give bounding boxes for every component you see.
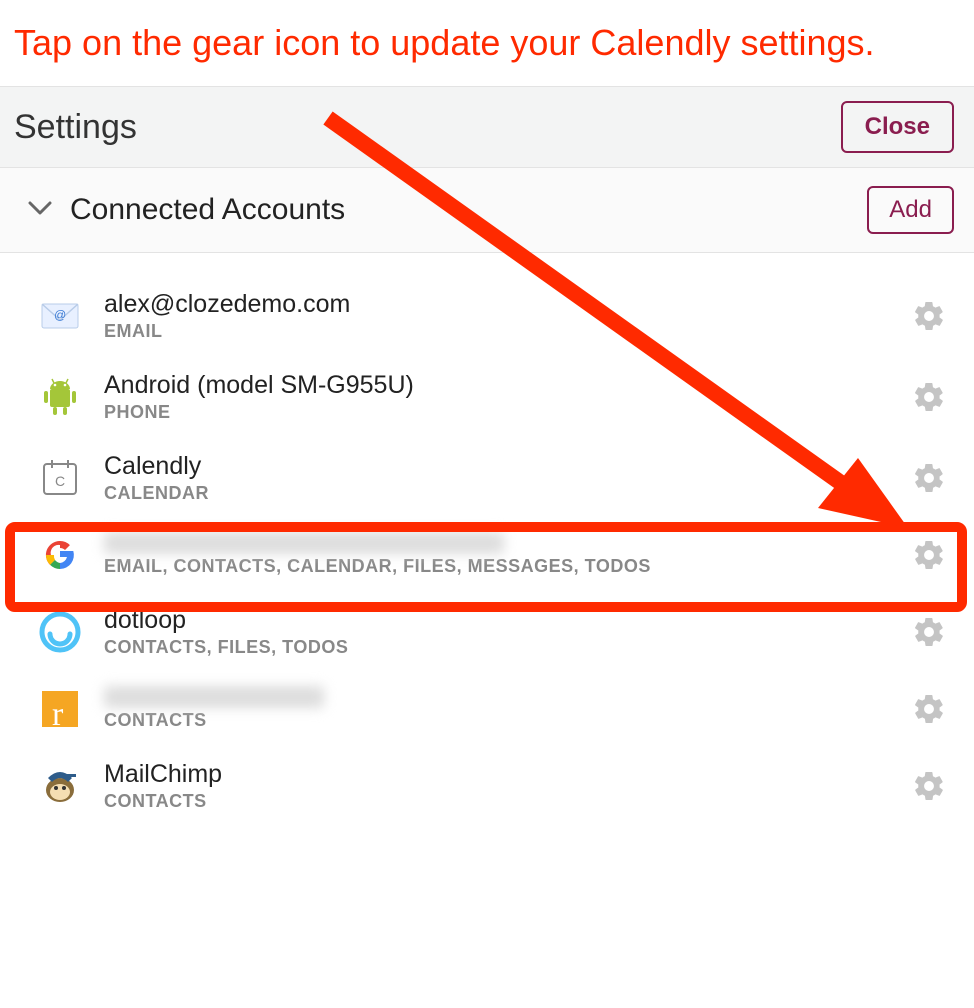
account-sub: PHONE bbox=[104, 402, 912, 423]
account-sub: EMAIL, CONTACTS, CALENDAR, FILES, MESSAG… bbox=[104, 556, 912, 577]
google-icon bbox=[38, 533, 82, 577]
account-row-google[interactable]: EMAIL, CONTACTS, CALENDAR, FILES, MESSAG… bbox=[0, 518, 974, 591]
account-sub: CALENDAR bbox=[104, 483, 912, 504]
account-list: @ alex@clozedemo.com EMAIL Android (mode… bbox=[0, 253, 974, 826]
mailchimp-icon bbox=[38, 764, 82, 808]
account-sub: EMAIL bbox=[104, 321, 912, 342]
gear-icon[interactable] bbox=[912, 769, 946, 803]
dotloop-icon bbox=[38, 610, 82, 654]
gear-icon[interactable] bbox=[912, 299, 946, 333]
svg-text:C: C bbox=[55, 473, 65, 489]
account-row-android[interactable]: Android (model SM-G955U) PHONE bbox=[0, 356, 974, 437]
gear-icon[interactable] bbox=[912, 380, 946, 414]
connected-accounts-section-header[interactable]: Connected Accounts Add bbox=[0, 168, 974, 253]
account-name: Calendly bbox=[104, 451, 912, 481]
gear-icon[interactable] bbox=[912, 538, 946, 572]
section-title: Connected Accounts bbox=[70, 193, 345, 227]
account-sub: CONTACTS, FILES, TODOS bbox=[104, 637, 912, 658]
envelope-icon: @ bbox=[38, 294, 82, 338]
gear-icon[interactable] bbox=[912, 615, 946, 649]
add-account-button[interactable]: Add bbox=[867, 186, 954, 234]
account-row-dotloop[interactable]: dotloop CONTACTS, FILES, TODOS bbox=[0, 591, 974, 672]
instruction-text: Tap on the gear icon to update your Cale… bbox=[0, 0, 974, 86]
account-row-mailchimp[interactable]: MailChimp CONTACTS bbox=[0, 745, 974, 826]
account-name: dotloop bbox=[104, 605, 912, 635]
page-title: Settings bbox=[14, 108, 137, 147]
gear-icon[interactable] bbox=[912, 692, 946, 726]
account-sub: CONTACTS bbox=[104, 791, 912, 812]
gear-icon[interactable] bbox=[912, 461, 946, 495]
android-icon bbox=[38, 375, 82, 419]
account-name-redacted bbox=[104, 686, 324, 708]
svg-text:@: @ bbox=[54, 308, 66, 322]
svg-text:r: r bbox=[52, 696, 64, 731]
chevron-down-icon bbox=[28, 201, 52, 220]
account-name: Android (model SM-G955U) bbox=[104, 370, 912, 400]
account-sub: CONTACTS bbox=[104, 710, 912, 731]
account-name-redacted bbox=[104, 532, 504, 554]
account-row-calendly[interactable]: C Calendly CALENDAR bbox=[0, 437, 974, 518]
settings-header: Settings Close bbox=[0, 86, 974, 168]
account-row-realtor[interactable]: r CONTACTS bbox=[0, 672, 974, 745]
realtor-icon: r bbox=[38, 687, 82, 731]
calendly-icon: C bbox=[38, 456, 82, 500]
account-name: alex@clozedemo.com bbox=[104, 289, 912, 319]
account-name: MailChimp bbox=[104, 759, 912, 789]
close-button[interactable]: Close bbox=[841, 101, 954, 153]
account-row-email[interactable]: @ alex@clozedemo.com EMAIL bbox=[0, 275, 974, 356]
